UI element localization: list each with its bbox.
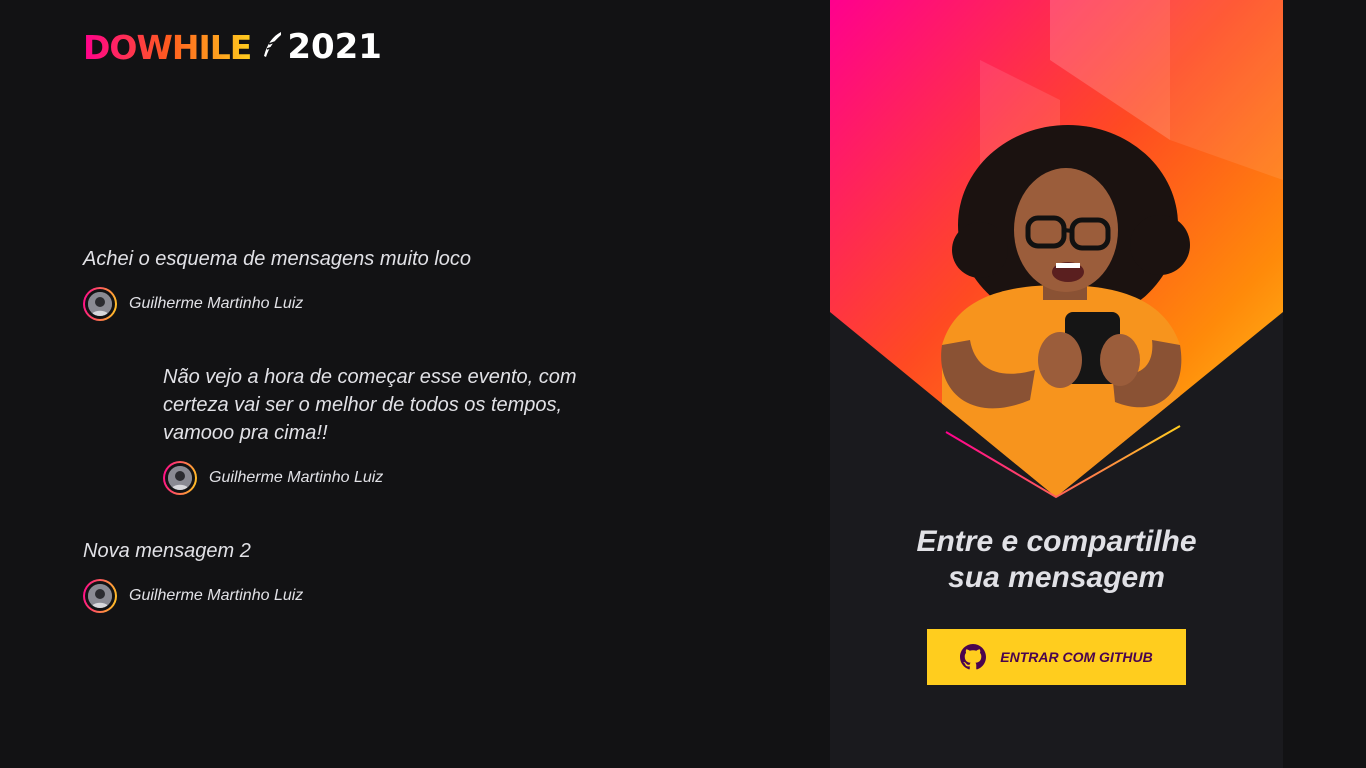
- message-item: Não vejo a hora de começar esse evento, …: [163, 363, 603, 495]
- dowhile-logo: DOWHILE 2021: [83, 30, 382, 64]
- sign-in-with-github-button[interactable]: ENTRAR COM GITHUB: [927, 629, 1186, 685]
- logo-year: 2021: [287, 27, 382, 67]
- user-avatar-icon: [168, 466, 192, 490]
- user-avatar-icon: [88, 584, 112, 608]
- avatar: [163, 461, 197, 495]
- login-box: Entre e compartilhe sua mensagem ENTRAR …: [830, 0, 1283, 768]
- message-content: Nova mensagem 2: [83, 540, 251, 562]
- github-button-label: ENTRAR COM GITHUB: [1000, 649, 1153, 665]
- message-content: Não vejo a hora de começar esse evento, …: [163, 366, 577, 444]
- user-name: Guilherme Martinho Luiz: [129, 587, 304, 604]
- message-content: Achei o esquema de mensagens muito loco: [83, 248, 472, 270]
- user-name: Guilherme Martinho Luiz: [129, 295, 304, 312]
- user-avatar-icon: [88, 292, 112, 316]
- avatar: [83, 287, 117, 321]
- github-icon: [960, 644, 987, 670]
- hero-banner: [830, 0, 1283, 499]
- user-name: Guilherme Martinho Luiz: [209, 469, 384, 486]
- feather-icon: [261, 30, 283, 65]
- message-user: Guilherme Martinho Luiz: [83, 579, 303, 613]
- message-list-pane: DOWHILE 2021 Achei o esquema de mensagen…: [0, 0, 830, 768]
- login-title-line-2: sua mensagem: [948, 561, 1165, 594]
- login-title: Entre e compartilhe sua mensagem: [830, 524, 1283, 596]
- logo-text: DOWHILE: [83, 27, 252, 67]
- right-margin: [1283, 0, 1366, 768]
- message-item: Nova mensagem 2 Guilherme Martinho Luiz: [83, 537, 303, 613]
- login-title-line-1: Entre e compartilhe: [916, 525, 1197, 558]
- avatar: [83, 579, 117, 613]
- message-item: Achei o esquema de mensagens muito loco: [83, 245, 471, 321]
- message-user: Guilherme Martinho Luiz: [83, 287, 471, 321]
- message-user: Guilherme Martinho Luiz: [163, 461, 603, 495]
